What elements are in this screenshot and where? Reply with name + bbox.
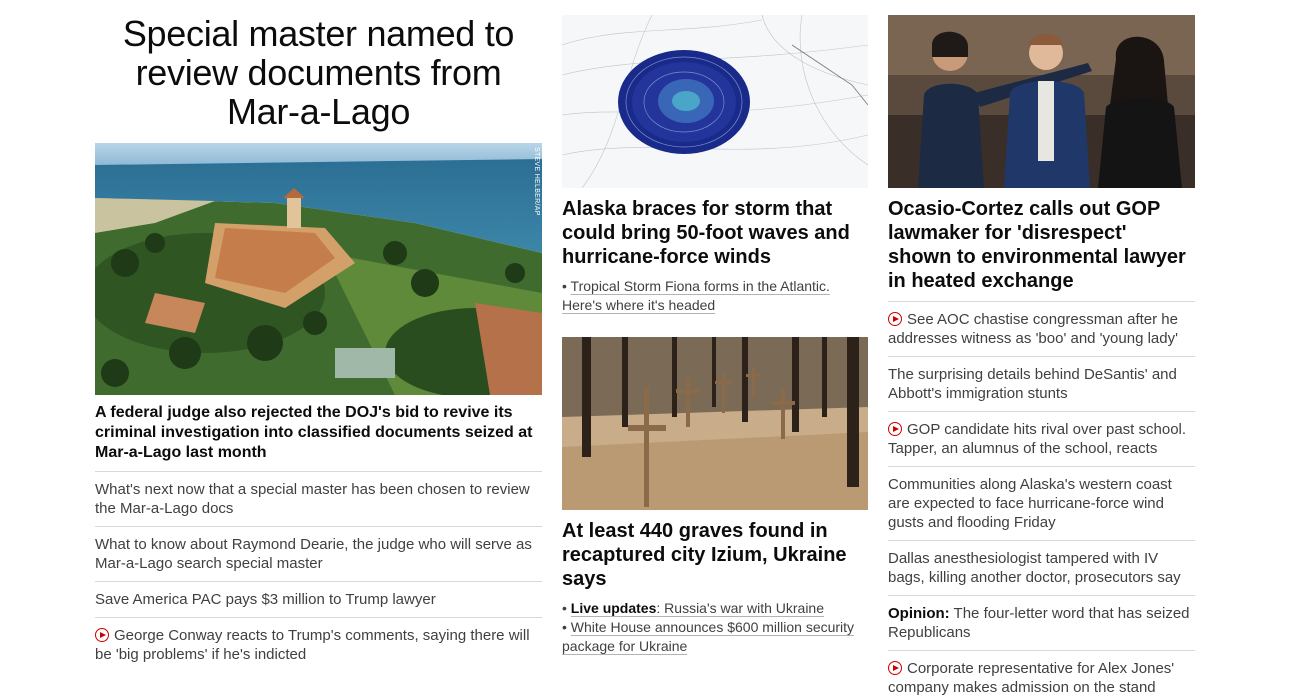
lead-story-text: George Conway reacts to Trump's comments… xyxy=(95,627,530,663)
live-updates-link[interactable]: Live updates: Russia's war with Ukraine xyxy=(571,600,824,616)
right-story-item[interactable]: Opinion: The four-letter word that has s… xyxy=(888,596,1195,651)
lead-story-text: What's next now that a special master ha… xyxy=(95,481,530,517)
related-link-text[interactable]: White House announces $600 million secur… xyxy=(562,619,854,654)
related-link[interactable]: • Live updates: Russia's war with Ukrain… xyxy=(562,599,868,618)
related-link[interactable]: • White House announces $600 million sec… xyxy=(562,618,868,656)
live-updates-label: Live updates xyxy=(570,600,657,616)
lead-story-item[interactable]: George Conway reacts to Trump's comments… xyxy=(95,618,542,672)
right-story-item[interactable]: The surprising details behind DeSantis' … xyxy=(888,357,1195,412)
lead-story-text: What to know about Raymond Dearie, the j… xyxy=(95,536,532,572)
bullet: • xyxy=(562,278,567,294)
right-column: Ocasio-Cortez calls out GOP lawmaker for… xyxy=(888,0,1195,698)
storm-map-image[interactable] xyxy=(562,15,868,188)
right-story-text: Communities along Alaska's western coast… xyxy=(888,476,1172,531)
lead-story-item[interactable]: Save America PAC pays $3 million to Trum… xyxy=(95,582,542,618)
hearing-photo xyxy=(888,15,1195,188)
lead-story-item[interactable]: What to know about Raymond Dearie, the j… xyxy=(95,527,542,582)
video-play-icon xyxy=(95,628,109,642)
right-story-item[interactable]: See AOC chastise congressman after he ad… xyxy=(888,302,1195,357)
storm-weather-map xyxy=(562,15,868,188)
opinion-label: Opinion: xyxy=(888,605,950,622)
aoc-headline[interactable]: Ocasio-Cortez calls out GOP lawmaker for… xyxy=(888,197,1195,302)
izium-graves-image[interactable] xyxy=(562,337,868,510)
aoc-hearing-image[interactable] xyxy=(888,15,1195,188)
lead-story-text: Save America PAC pays $3 million to Trum… xyxy=(95,591,436,608)
video-play-icon xyxy=(888,312,902,326)
lead-headline[interactable]: Special master named to review documents… xyxy=(95,14,542,131)
mar-a-lago-aerial-photo xyxy=(95,143,542,395)
lead-subheadline[interactable]: A federal judge also rejected the DOJ's … xyxy=(95,403,542,472)
lead-story-item[interactable]: What's next now that a special master ha… xyxy=(95,472,542,527)
image-credit: STEVE HELBER/AP xyxy=(533,147,540,216)
live-updates-text: : Russia's war with Ukraine xyxy=(656,600,825,616)
right-story-item[interactable]: Communities along Alaska's western coast… xyxy=(888,467,1195,541)
related-link[interactable]: • Tropical Storm Fiona forms in the Atla… xyxy=(562,277,868,315)
lead-headline-link[interactable]: Special master named to review documents… xyxy=(123,13,515,132)
izium-related-links: • Live updates: Russia's war with Ukrain… xyxy=(562,599,868,656)
izium-headline[interactable]: At least 440 graves found in recaptured … xyxy=(562,519,868,591)
bullet: • xyxy=(562,600,567,616)
bullet: • xyxy=(562,619,567,635)
right-story-text: Dallas anesthesiologist tampered with IV… xyxy=(888,550,1181,586)
graves-forest-photo xyxy=(562,337,868,510)
video-play-icon xyxy=(888,422,902,436)
right-story-item[interactable]: Dallas anesthesiologist tampered with IV… xyxy=(888,541,1195,596)
lead-image[interactable]: STEVE HELBER/AP xyxy=(95,143,542,395)
right-story-text: Corporate representative for Alex Jones'… xyxy=(888,660,1175,696)
right-story-item[interactable]: GOP candidate hits rival over past schoo… xyxy=(888,412,1195,467)
video-play-icon xyxy=(888,661,902,675)
right-story-text: GOP candidate hits rival over past schoo… xyxy=(888,421,1187,457)
right-story-item[interactable]: Corporate representative for Alex Jones'… xyxy=(888,651,1195,698)
middle-column: Alaska braces for storm that could bring… xyxy=(562,0,868,656)
storm-related-links: • Tropical Storm Fiona forms in the Atla… xyxy=(562,277,868,315)
related-link-text[interactable]: Tropical Storm Fiona forms in the Atlant… xyxy=(562,278,830,313)
lead-column: Special master named to review documents… xyxy=(95,0,542,672)
right-story-text: See AOC chastise congressman after he ad… xyxy=(888,311,1178,347)
right-story-text: The surprising details behind DeSantis' … xyxy=(888,366,1177,402)
storm-headline[interactable]: Alaska braces for storm that could bring… xyxy=(562,197,868,269)
